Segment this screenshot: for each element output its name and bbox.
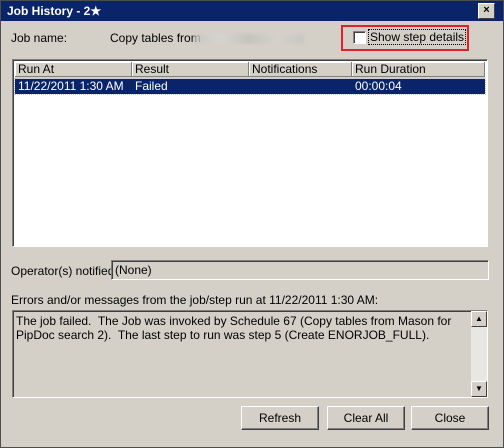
operators-notified-label: Operator(s) notified: [11, 264, 118, 278]
column-header-run-at[interactable]: Run At [15, 62, 132, 77]
messages-label: Errors and/or messages from the job/step… [11, 293, 379, 307]
show-step-details-checkbox[interactable] [353, 31, 366, 44]
column-header-result[interactable]: Result [132, 62, 249, 77]
window-title: Job History - 2★ [7, 4, 102, 18]
job-name-label: Job name: [11, 31, 68, 45]
clear-all-button[interactable]: Clear All [327, 406, 405, 430]
redacted-job-name [194, 34, 304, 44]
scroll-down-icon[interactable]: ▼ [471, 381, 487, 397]
show-step-details-label[interactable]: Show step details [367, 29, 467, 45]
grid-header: Run At Result Notifications Run Duration [15, 62, 485, 79]
operators-notified-value: (None) [115, 263, 152, 277]
close-button[interactable]: Close [411, 406, 489, 430]
job-history-dialog: Job History - 2★ × Job name: Copy tables… [0, 0, 504, 448]
column-header-notifications[interactable]: Notifications [249, 62, 352, 77]
title-bar[interactable]: Job History - 2★ × [1, 1, 503, 21]
job-history-grid[interactable]: Run At Result Notifications Run Duration… [12, 59, 488, 247]
cell-run-duration: 00:00:04 [355, 79, 402, 93]
operators-notified-field: (None) [111, 260, 489, 280]
messages-textbox[interactable]: The job failed. The Job was invoked by S… [12, 310, 488, 398]
cell-run-at: 11/22/2011 1:30 AM [18, 79, 124, 93]
scroll-up-icon[interactable]: ▲ [471, 311, 487, 327]
messages-scrollbar[interactable]: ▲ ▼ [471, 311, 487, 397]
refresh-button[interactable]: Refresh [241, 406, 319, 430]
messages-text: The job failed. The Job was invoked by S… [16, 314, 455, 342]
cell-result: Failed [135, 79, 168, 93]
job-name-value: Copy tables from [110, 31, 201, 45]
column-header-run-duration[interactable]: Run Duration [352, 62, 485, 77]
table-row[interactable]: 11/22/2011 1:30 AM Failed 00:00:04 [14, 78, 486, 95]
close-window-button[interactable]: × [478, 3, 495, 19]
